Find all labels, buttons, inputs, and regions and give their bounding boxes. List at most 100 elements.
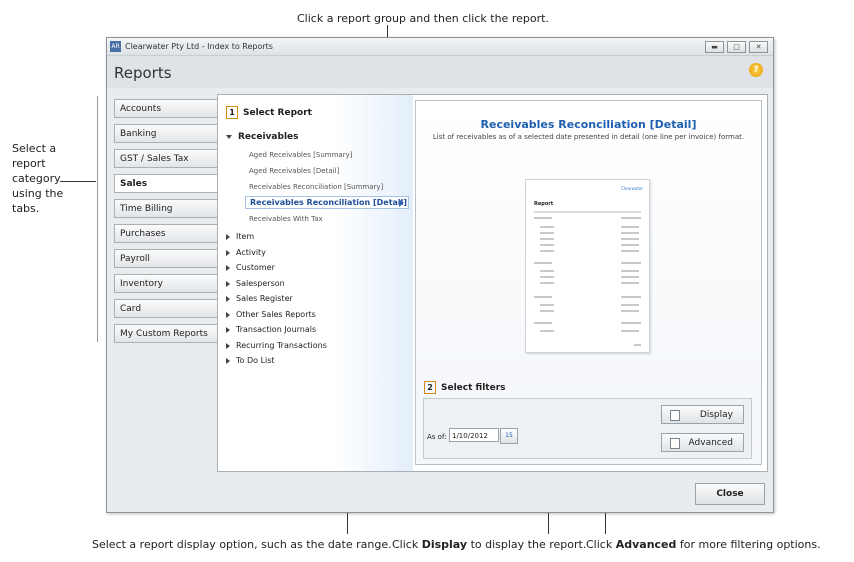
expand-arrow-icon xyxy=(226,326,230,333)
tab-purchases[interactable]: Purchases xyxy=(114,224,218,243)
thumb-line xyxy=(621,238,639,240)
thumb-line xyxy=(540,226,554,228)
thumb-line xyxy=(621,250,639,252)
expand-arrow-icon xyxy=(226,249,230,256)
app-icon: AR xyxy=(110,41,121,52)
thumb-line xyxy=(540,270,554,272)
reports-window: AR Clearwater Pty Ltd - Index to Reports… xyxy=(106,37,774,513)
tab-accounts[interactable]: Accounts xyxy=(114,99,218,118)
tab-inventory[interactable]: Inventory xyxy=(114,274,218,293)
tab-banking[interactable]: Banking xyxy=(114,124,218,143)
window-title: Clearwater Pty Ltd - Index to Reports xyxy=(125,42,273,51)
tab-payroll[interactable]: Payroll xyxy=(114,249,218,268)
thumb-line xyxy=(540,310,554,312)
select-report-heading: 1 Select Report xyxy=(226,106,312,119)
expand-arrow-icon xyxy=(226,233,230,240)
group-item[interactable]: Item xyxy=(226,232,254,241)
display-report-icon xyxy=(670,410,680,421)
group-activity[interactable]: Activity xyxy=(226,248,266,257)
as-of-label: As of: xyxy=(427,433,447,441)
report-description: List of receivables as of a selected dat… xyxy=(432,133,745,141)
thumb-line xyxy=(621,310,639,312)
expand-arrow-icon xyxy=(226,357,230,364)
callout-select-category: Select a report category using the tabs. xyxy=(12,142,64,215)
thumb-line xyxy=(534,217,552,219)
as-of-date-input[interactable]: 1/10/2012 xyxy=(449,428,499,442)
report-preview-thumbnail: Clearwater Report xyxy=(525,179,650,353)
reports-panel: 1 Select Report Receivables Aged Receivab… xyxy=(217,94,768,472)
thumb-line xyxy=(621,304,639,306)
report-receivables-reconciliation-detail[interactable]: Receivables Reconciliation [Detail] xyxy=(245,196,409,209)
tab-sales[interactable]: Sales xyxy=(114,174,219,193)
group-recurring-transactions[interactable]: Recurring Transactions xyxy=(226,341,327,350)
callout-select-report: Click a report group and then click the … xyxy=(297,12,549,25)
thumb-line xyxy=(534,262,552,264)
thumb-line xyxy=(540,276,554,278)
thumb-line xyxy=(634,344,641,346)
close-window-button[interactable]: ✕ xyxy=(749,41,768,53)
report-title: Receivables Reconciliation [Detail] xyxy=(480,118,697,131)
report-aged-receivables-detail[interactable]: Aged Receivables [Detail] xyxy=(249,167,339,175)
thumb-line xyxy=(540,250,554,252)
minimize-button[interactable]: ▬ xyxy=(705,41,724,53)
callout-line-left xyxy=(60,181,96,182)
group-sales-register[interactable]: Sales Register xyxy=(226,294,293,303)
thumb-line xyxy=(534,322,552,324)
thumb-line xyxy=(540,244,554,246)
display-button[interactable]: Display xyxy=(661,405,744,424)
thumb-line xyxy=(540,238,554,240)
page-title: Reports xyxy=(114,64,172,82)
group-other-sales-reports[interactable]: Other Sales Reports xyxy=(226,310,316,319)
group-customer[interactable]: Customer xyxy=(226,263,275,272)
callout-display-button: Click Display to display the report. xyxy=(392,538,587,551)
maximize-button[interactable]: □ xyxy=(727,41,746,53)
report-aged-receivables-summary[interactable]: Aged Receivables [Summary] xyxy=(249,151,352,159)
tab-gst-sales-tax[interactable]: GST / Sales Tax xyxy=(114,149,218,168)
header-bar: Reports ? xyxy=(107,56,773,88)
callout-bracket-left xyxy=(97,96,98,342)
group-transaction-journals[interactable]: Transaction Journals xyxy=(226,325,316,334)
thumb-line xyxy=(621,244,639,246)
expand-arrow-icon xyxy=(226,295,230,302)
title-bar: AR Clearwater Pty Ltd - Index to Reports… xyxy=(107,38,773,56)
thumb-line xyxy=(621,262,641,264)
group-to-do-list[interactable]: To Do List xyxy=(226,356,275,365)
thumb-line xyxy=(540,282,554,284)
thumb-line xyxy=(621,226,639,228)
report-detail-box: Receivables Reconciliation [Detail] List… xyxy=(415,100,762,465)
thumb-line xyxy=(621,330,639,332)
selected-arrow-icon xyxy=(399,199,404,207)
report-receivables-with-tax[interactable]: Receivables With Tax xyxy=(249,215,323,223)
thumb-line xyxy=(621,217,641,219)
group-receivables[interactable]: Receivables xyxy=(226,132,299,142)
filters-box: As of: 1/10/2012 15 Display Advanced xyxy=(423,398,752,459)
category-tabs: Accounts Banking GST / Sales Tax Sales T… xyxy=(114,99,219,349)
advanced-button[interactable]: Advanced xyxy=(661,433,744,452)
help-icon[interactable]: ? xyxy=(749,63,763,77)
group-salesperson[interactable]: Salesperson xyxy=(226,279,285,288)
report-receivables-reconciliation-summary[interactable]: Receivables Reconciliation [Summary] xyxy=(249,183,383,191)
thumb-line xyxy=(621,296,641,298)
tab-time-billing[interactable]: Time Billing xyxy=(114,199,218,218)
thumb-line xyxy=(534,211,641,213)
thumb-line xyxy=(621,270,639,272)
expand-arrow-icon xyxy=(226,311,230,318)
tab-card[interactable]: Card xyxy=(114,299,218,318)
thumb-line xyxy=(540,232,554,234)
report-list-column: 1 Select Report Receivables Aged Receivab… xyxy=(218,95,413,471)
thumb-company: Clearwater xyxy=(621,186,643,191)
expand-arrow-icon xyxy=(226,342,230,349)
calendar-icon[interactable]: 15 xyxy=(500,428,518,444)
close-button[interactable]: Close xyxy=(695,483,765,505)
callout-display-option: Select a report display option, such as … xyxy=(92,538,392,551)
thumb-line xyxy=(540,304,554,306)
select-filters-heading: 2 Select filters xyxy=(424,381,506,394)
expand-arrow-icon xyxy=(226,264,230,271)
thumb-line xyxy=(621,282,639,284)
thumb-line xyxy=(540,330,554,332)
expand-arrow-icon xyxy=(226,280,230,287)
callout-advanced-button: Click Advanced for more filtering option… xyxy=(586,538,821,551)
thumb-line xyxy=(621,276,639,278)
tab-my-custom-reports[interactable]: My Custom Reports xyxy=(114,324,218,343)
caret-down-icon xyxy=(226,134,232,139)
